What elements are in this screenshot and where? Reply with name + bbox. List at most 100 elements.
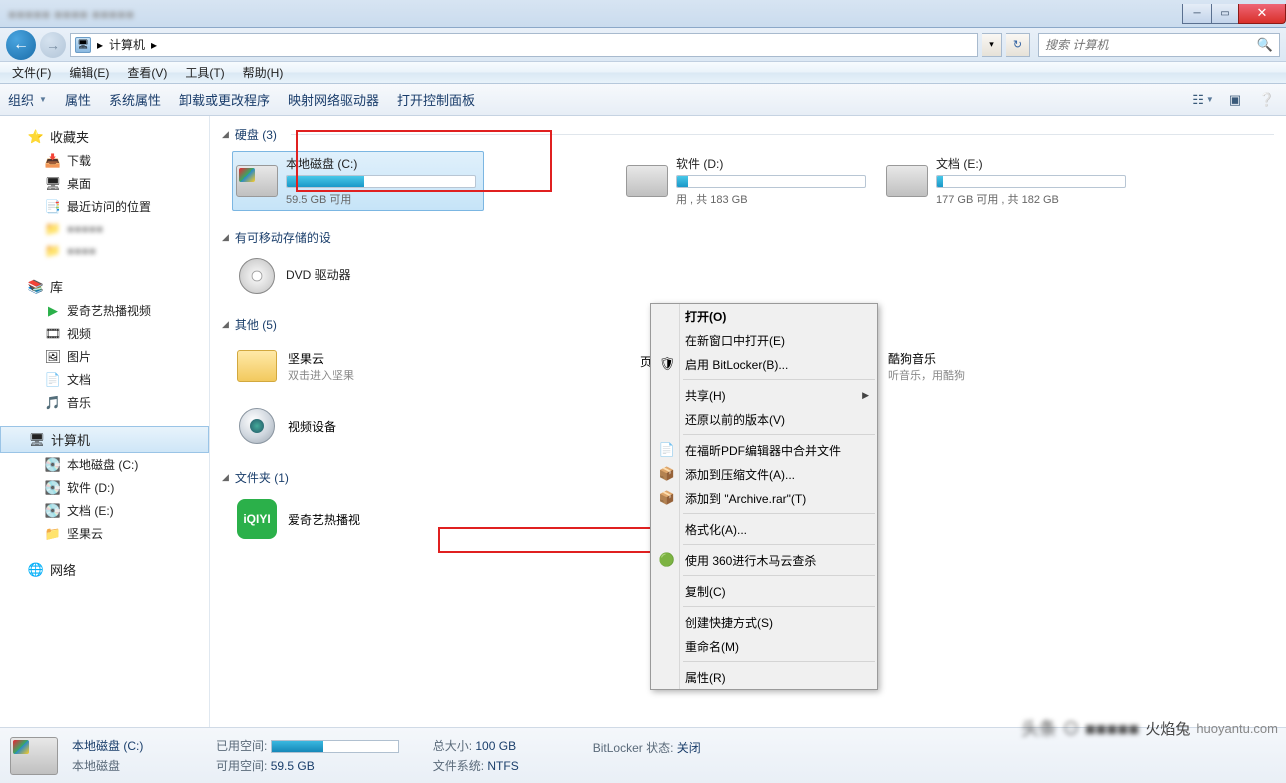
search-box[interactable]: 🔍 [1038, 33, 1280, 57]
content-pane: ◢硬盘 (3) 本地磁盘 (C:) 59.5 GB 可用 软件 (D:) [210, 116, 1286, 727]
sidebar-item-pictures[interactable]: 🖼图片 [0, 345, 209, 368]
toolbar: 组织▼ 属性 系统属性 卸载或更改程序 映射网络驱动器 打开控制面板 ☷ ▼ ▣… [0, 84, 1286, 116]
drive-c[interactable]: 本地磁盘 (C:) 59.5 GB 可用 [232, 151, 484, 211]
toolbar-control-panel[interactable]: 打开控制面板 [397, 90, 475, 109]
drive-e[interactable]: 文档 (E:) 177 GB 可用 , 共 182 GB [882, 151, 1134, 211]
bitlocker-value: 关闭 [677, 741, 701, 755]
download-icon: 📥 [45, 153, 61, 169]
toolbar-map-drive[interactable]: 映射网络驱动器 [288, 90, 379, 109]
ctx-create-shortcut[interactable]: 创建快捷方式(S) [651, 610, 877, 634]
close-button[interactable]: ✕ [1238, 4, 1286, 24]
free-value: 59.5 GB [271, 759, 315, 773]
view-mode-button[interactable]: ☷ ▼ [1192, 89, 1214, 111]
minimize-button[interactable]: ─ [1182, 4, 1212, 24]
drive-space-text: 59.5 GB 可用 [286, 191, 480, 207]
item-iqiyi-folder[interactable]: iQIYI 爱奇艺热播视 [232, 494, 372, 544]
menu-view[interactable]: 查看(V) [119, 62, 175, 83]
breadcrumb[interactable]: 🖥 ▸ 计算机 ▸ [70, 33, 978, 57]
sidebar-item-music[interactable]: 🎵音乐 [0, 391, 209, 414]
fs-label: 文件系统: [433, 759, 484, 773]
ctx-share[interactable]: 共享(H)▶ [651, 383, 877, 407]
sidebar-item-desktop[interactable]: 🖥桌面 [0, 172, 209, 195]
sidebar-item-blurred[interactable]: 📁■■■■■ [0, 218, 209, 240]
menu-edit[interactable]: 编辑(E) [61, 62, 117, 83]
sidebar-network-header[interactable]: 🌐网络 [0, 557, 209, 582]
breadcrumb-dropdown[interactable]: ▾ [982, 33, 1002, 57]
iqiyi-icon: iQIYI [237, 499, 277, 539]
ctx-360-scan[interactable]: 🟢使用 360进行木马云查杀 [651, 548, 877, 572]
toolbar-organize[interactable]: 组织▼ [8, 90, 47, 109]
sidebar-item-videos[interactable]: 🎞视频 [0, 322, 209, 345]
nav-back-button[interactable]: ← [6, 30, 36, 60]
total-value: 100 GB [475, 739, 516, 753]
menu-bar: 文件(F) 编辑(E) 查看(V) 工具(T) 帮助(H) [0, 62, 1286, 84]
ctx-rename[interactable]: 重命名(M) [651, 634, 877, 658]
toolbar-properties[interactable]: 属性 [65, 90, 91, 109]
folder-icon: 📁 [45, 221, 61, 237]
menu-help[interactable]: 帮助(H) [235, 62, 292, 83]
dvd-icon [239, 258, 275, 294]
library-icon: 📚 [28, 279, 44, 295]
ctx-format[interactable]: 格式化(A)... [651, 517, 877, 541]
title-blurred: ■■■■■ ■■■■ ■■■■■ [8, 6, 134, 22]
menu-file[interactable]: 文件(F) [4, 62, 59, 83]
sidebar-item-jianguoyun[interactable]: 📁坚果云 [0, 522, 209, 545]
sidebar-item-drive-e[interactable]: 💽文档 (E:) [0, 499, 209, 522]
toolbar-uninstall[interactable]: 卸载或更改程序 [179, 90, 270, 109]
collapse-icon: ◢ [222, 472, 229, 483]
item-jianguoyun[interactable]: 坚果云双击进入坚果 [232, 341, 372, 391]
sidebar-item-blurred[interactable]: 📁■■■■ [0, 240, 209, 262]
ctx-foxit-merge[interactable]: 📄在福昕PDF编辑器中合并文件 [651, 438, 877, 462]
camera-icon [239, 408, 275, 444]
drive-icon [10, 737, 58, 775]
breadcrumb-text[interactable]: 计算机 [109, 36, 145, 53]
ctx-bitlocker[interactable]: 🛡启用 BitLocker(B)... [651, 352, 877, 376]
drive-icon: 💽 [45, 480, 61, 496]
ctx-add-rar[interactable]: 📦添加到 "Archive.rar"(T) [651, 486, 877, 510]
drive-space-text: 177 GB 可用 , 共 182 GB [936, 191, 1130, 207]
document-icon: 📄 [45, 372, 61, 388]
ctx-properties[interactable]: 属性(R) [651, 665, 877, 689]
watermark-url: huoyantu.com [1196, 721, 1278, 736]
sidebar-libraries-header[interactable]: 📚库 [0, 274, 209, 299]
toolbar-system-properties[interactable]: 系统属性 [109, 90, 161, 109]
section-header-removable[interactable]: ◢有可移动存储的设 [222, 229, 1274, 246]
drive-icon [626, 165, 668, 197]
sidebar-item-drive-d[interactable]: 💽软件 (D:) [0, 476, 209, 499]
sidebar-item-iqiyi[interactable]: ▶爱奇艺热播视频 [0, 299, 209, 322]
drive-d[interactable]: 软件 (D:) 用 , 共 183 GB [622, 151, 874, 211]
video-icon: 🎞 [45, 326, 61, 342]
preview-pane-button[interactable]: ▣ [1224, 89, 1246, 111]
pdf-icon: 📄 [655, 442, 679, 458]
computer-icon: 🖥 [75, 37, 91, 53]
picture-icon: 🖼 [45, 349, 61, 365]
sidebar-favorites-header[interactable]: ⭐收藏夹 [0, 124, 209, 149]
sidebar-item-downloads[interactable]: 📥下载 [0, 149, 209, 172]
item-name: 酷狗音乐 [888, 350, 965, 367]
ctx-add-archive[interactable]: 📦添加到压缩文件(A)... [651, 462, 877, 486]
menu-tools[interactable]: 工具(T) [177, 62, 232, 83]
sidebar-computer-header[interactable]: 🖥计算机 [0, 426, 209, 453]
ctx-open-new-window[interactable]: 在新窗口中打开(E) [651, 328, 877, 352]
sidebar-item-recent[interactable]: 📑最近访问的位置 [0, 195, 209, 218]
refresh-button[interactable]: ↻ [1006, 33, 1030, 57]
drive-name: DVD 驱动器 [286, 266, 428, 283]
maximize-button[interactable]: ▭ [1211, 4, 1239, 24]
search-input[interactable] [1045, 38, 1257, 52]
help-button[interactable]: ❔ [1256, 89, 1278, 111]
address-bar: ← → 🖥 ▸ 计算机 ▸ ▾ ↻ 🔍 [0, 28, 1286, 62]
drive-icon: 💽 [45, 503, 61, 519]
details-title: 本地磁盘 (C:) [72, 737, 202, 754]
breadcrumb-sep: ▸ [151, 38, 157, 52]
section-header-disks[interactable]: ◢硬盘 (3) [222, 126, 1274, 143]
ctx-open[interactable]: 打开(O) [651, 304, 877, 328]
search-icon[interactable]: 🔍 [1257, 37, 1273, 53]
ctx-copy[interactable]: 复制(C) [651, 579, 877, 603]
sidebar-item-drive-c[interactable]: 💽本地磁盘 (C:) [0, 453, 209, 476]
desktop-icon: 🖥 [45, 176, 61, 192]
bitlocker-label: BitLocker 状态: [593, 741, 674, 755]
item-video-device[interactable]: 视频设备 [232, 401, 372, 451]
ctx-restore-version[interactable]: 还原以前的版本(V) [651, 407, 877, 431]
dvd-drive[interactable]: DVD 驱动器 [232, 254, 432, 298]
sidebar-item-documents[interactable]: 📄文档 [0, 368, 209, 391]
